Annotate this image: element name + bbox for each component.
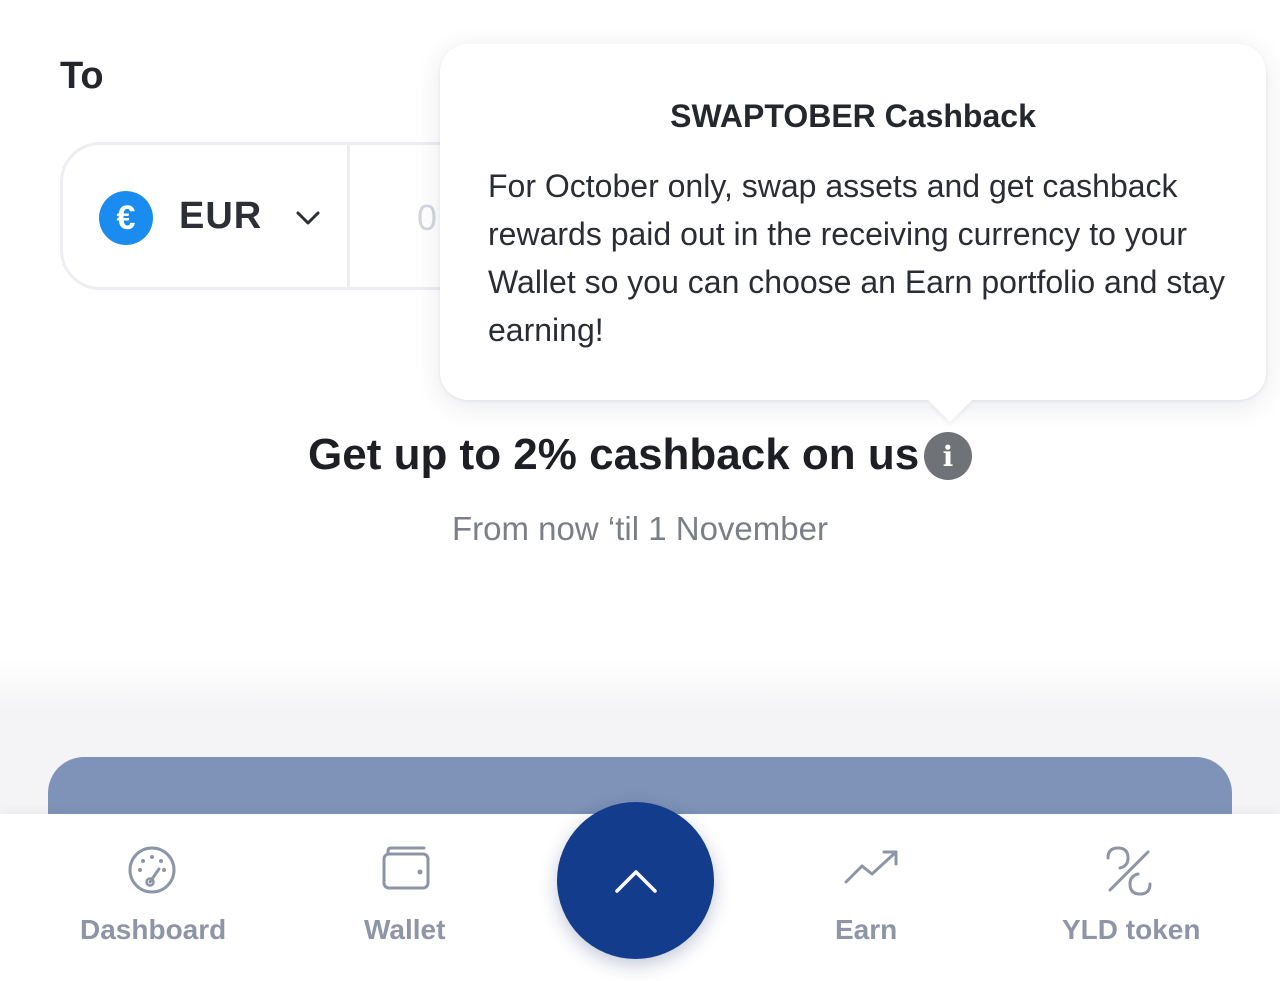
chevron-down-icon	[296, 211, 320, 225]
euro-icon: €	[99, 191, 153, 245]
nav-label-earn: Earn	[835, 914, 898, 945]
currency-code: EUR	[179, 195, 263, 237]
nav-label-dashboard: Dashboard	[80, 914, 227, 945]
swap-section: To € EUR SWAPTOBER Cashback For October …	[0, 0, 1280, 710]
tooltip-title: SWAPTOBER Cashback	[670, 98, 1036, 134]
cashback-headline: Get up to 2% cashback on us	[308, 430, 920, 479]
yld-token-icon	[1106, 846, 1152, 896]
cashback-tooltip: SWAPTOBER Cashback For October only, swa…	[440, 44, 1266, 400]
trending-up-icon	[844, 850, 898, 884]
nav-yld-token[interactable]: YLD token	[1050, 814, 1210, 981]
to-label: To	[60, 55, 104, 97]
cashback-subline: From now ‘til 1 November	[452, 510, 828, 547]
tooltip-body: For October only, swap assets and get ca…	[488, 168, 1226, 348]
nav-earn[interactable]: Earn	[820, 814, 910, 981]
info-icon[interactable]: i	[924, 432, 972, 480]
nav-label-wallet: Wallet	[364, 914, 446, 945]
nav-wallet[interactable]: Wallet	[340, 814, 470, 981]
currency-select[interactable]: € EUR	[63, 145, 350, 287]
dashboard-gauge-icon	[128, 846, 176, 894]
nav-label-yld-token: YLD token	[1062, 914, 1201, 945]
nav-dashboard[interactable]: Dashboard	[60, 814, 240, 981]
center-action-button[interactable]	[557, 802, 714, 959]
wallet-icon	[382, 846, 430, 890]
chevron-up-icon	[614, 869, 657, 893]
